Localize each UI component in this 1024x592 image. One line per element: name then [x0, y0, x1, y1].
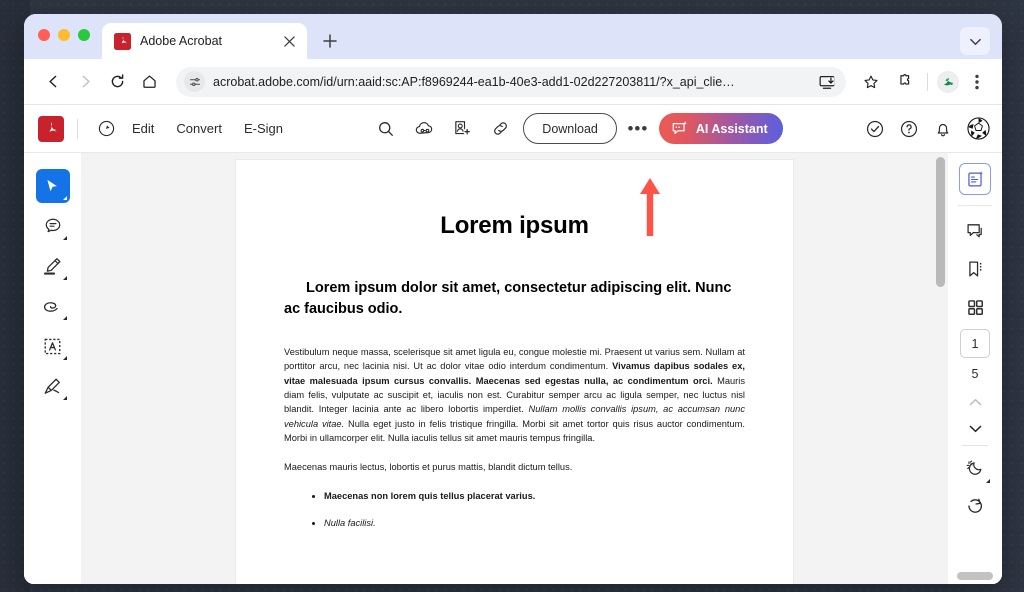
window-traffic-lights [38, 14, 90, 59]
pdf-page-1: Lorem ipsum Lorem ipsum dolor sit amet, … [236, 160, 793, 584]
add-text-box-tool[interactable] [36, 329, 70, 363]
right-panel-rail: 1 5 [948, 153, 1002, 584]
comment-bubble-tool[interactable] [36, 209, 70, 243]
forward-arrow-icon[interactable] [70, 67, 100, 97]
tool-options-corner-icon [986, 479, 990, 483]
profile-avatar[interactable] [937, 70, 959, 93]
document-bullet-list: Maecenas non lorem quis tellus placerat … [284, 490, 745, 531]
install-app-icon[interactable] [819, 74, 835, 90]
notification-bell-icon[interactable] [928, 114, 958, 144]
scrollbar-thumb[interactable] [936, 157, 945, 287]
browser-tab-adobe-acrobat[interactable]: Adobe Acrobat [102, 23, 307, 59]
rail-divider [958, 205, 992, 206]
list-item: Maecenas non lorem quis tellus placerat … [324, 490, 745, 504]
link-icon[interactable] [485, 114, 515, 144]
current-page-input[interactable]: 1 [960, 329, 990, 358]
draw-lasso-tool[interactable] [36, 289, 70, 323]
help-question-icon[interactable] [894, 114, 924, 144]
tab-title: Adobe Acrobat [140, 34, 223, 48]
tool-options-corner-icon [62, 396, 67, 400]
invite-people-icon[interactable] [447, 114, 477, 144]
select-cursor-tool[interactable] [35, 169, 70, 203]
more-options-button[interactable]: ••• [625, 116, 651, 142]
browser-toolbar: acrobat.adobe.com/id/urn:aaid:sc:AP:f896… [24, 59, 1002, 105]
previous-page-chevron-up-icon[interactable] [960, 389, 990, 415]
annotation-tool-rail [24, 153, 81, 584]
browser-window: Adobe Acrobat acrobat.adobe.com/id/urn:a… [24, 14, 1002, 584]
ai-chat-sparkle-icon [671, 120, 689, 138]
right-rail-horizontal-scrollbar[interactable] [957, 572, 993, 580]
tool-options-corner-icon [62, 316, 67, 320]
new-tab-button[interactable] [316, 27, 344, 55]
ai-assistant-label: AI Assistant [695, 121, 768, 136]
list-item: Nulla facilisi. [324, 517, 745, 531]
document-paragraph-1: Vestibulum neque massa, scelerisque sit … [284, 345, 745, 445]
three-dot-menu-icon[interactable] [962, 67, 992, 97]
rotate-clockwise-icon[interactable] [959, 490, 991, 522]
signature-tool[interactable] [36, 369, 70, 403]
document-paragraph-2: Maecenas mauris lectus, lobortis et puru… [284, 462, 573, 473]
share-cloud-icon[interactable] [409, 114, 439, 144]
total-page-count: 5 [971, 367, 979, 381]
minimize-window-button[interactable] [58, 29, 70, 41]
acrobat-toolbar-center: Download ••• AI Assistant [294, 113, 860, 144]
ai-summary-panel-button[interactable] [959, 163, 991, 195]
back-arrow-icon[interactable] [38, 67, 68, 97]
check-circle-icon[interactable] [860, 114, 890, 144]
browser-tab-strip: Adobe Acrobat [24, 14, 1002, 59]
close-window-button[interactable] [38, 29, 50, 41]
next-page-chevron-down-icon[interactable] [960, 415, 990, 441]
reload-icon[interactable] [102, 67, 132, 97]
search-icon[interactable] [371, 114, 401, 144]
home-icon[interactable] [134, 67, 164, 97]
adobe-acrobat-logo-icon[interactable] [38, 115, 64, 142]
tool-options-corner-icon [62, 236, 67, 240]
pdf-viewer[interactable]: Lorem ipsum Lorem ipsum dolor sit amet, … [81, 153, 948, 584]
recent-history-icon[interactable] [91, 114, 121, 144]
menu-convert[interactable]: Convert [165, 116, 233, 141]
adobe-acrobat-web-app: Edit Convert E-Sign Download ••• AI Assi… [24, 105, 1002, 584]
tool-options-corner-icon [62, 276, 67, 280]
bookmark-star-icon[interactable] [856, 67, 886, 97]
adobe-acrobat-favicon-icon [114, 32, 131, 50]
menu-e-sign[interactable]: E-Sign [233, 116, 294, 141]
document-subtitle: Lorem ipsum dolor sit amet, consectetur … [284, 280, 732, 317]
dark-mode-moon-icon[interactable] [959, 452, 991, 484]
zoom-window-button[interactable] [78, 29, 90, 41]
menu-edit[interactable]: Edit [121, 116, 165, 141]
ai-assistant-button[interactable]: AI Assistant [658, 113, 783, 144]
toolbar-divider [927, 72, 928, 91]
comments-panel-button[interactable] [959, 215, 991, 247]
address-bar[interactable]: acrobat.adobe.com/id/urn:aaid:sc:AP:f896… [176, 66, 846, 97]
toolbar-divider [77, 118, 78, 139]
browser-right-controls [888, 67, 992, 97]
document-title: Lorem ipsum [440, 212, 589, 239]
globe-avatar-icon[interactable] [966, 117, 990, 141]
page-thumbnails-panel-button[interactable] [959, 291, 991, 323]
para1-text-c: Nulla eget justo in felis tristique frin… [284, 418, 745, 444]
rail-divider [962, 445, 988, 446]
bookmarks-panel-button[interactable] [959, 253, 991, 285]
tab-close-icon[interactable] [280, 32, 298, 50]
tab-search-chevron-down-icon[interactable] [960, 27, 990, 55]
acrobat-toolbar-right [860, 114, 990, 144]
extensions-puzzle-icon[interactable] [888, 67, 918, 97]
address-bar-url: acrobat.adobe.com/id/urn:aaid:sc:AP:f896… [213, 74, 735, 89]
highlighter-pen-tool[interactable] [36, 249, 70, 283]
site-settings-icon[interactable] [184, 71, 205, 92]
acrobat-workspace: Lorem ipsum Lorem ipsum dolor sit amet, … [24, 153, 1002, 584]
tool-options-corner-icon [62, 196, 67, 200]
viewer-vertical-scrollbar[interactable] [936, 157, 945, 580]
tool-options-corner-icon [62, 356, 67, 360]
download-button[interactable]: Download [523, 113, 617, 144]
acrobat-toolbar: Edit Convert E-Sign Download ••• AI Assi… [24, 105, 1002, 153]
